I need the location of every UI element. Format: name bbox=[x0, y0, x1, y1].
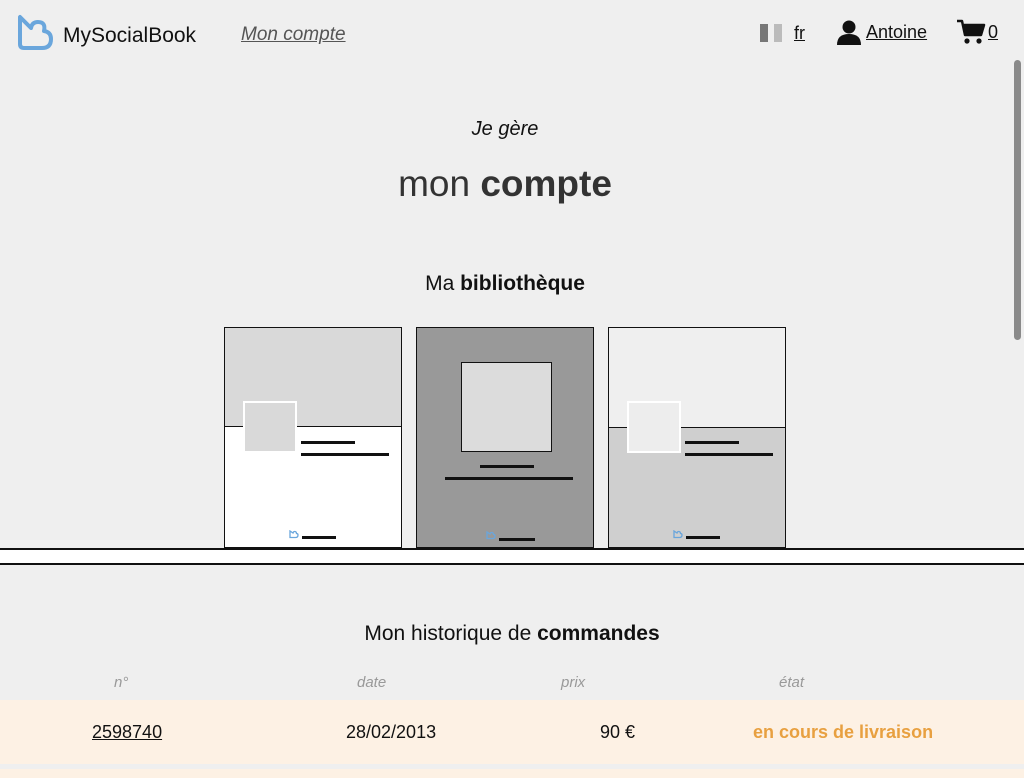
book-photo-placeholder bbox=[627, 401, 681, 453]
book-brand-line bbox=[499, 538, 535, 541]
book-subtitle-line bbox=[301, 453, 389, 456]
orders-title-bold: commandes bbox=[537, 622, 660, 645]
orders-title: Mon historique de commandes bbox=[0, 622, 1024, 646]
language-selector[interactable]: fr bbox=[760, 22, 805, 44]
header: MySocialBook Mon compte fr Antoine 0 bbox=[0, 0, 1024, 70]
user-name: Antoine bbox=[866, 21, 928, 42]
book-title-line bbox=[685, 441, 739, 444]
order-status: en cours de livraison bbox=[753, 722, 934, 742]
shelf-line-top bbox=[0, 548, 1024, 550]
cart-link[interactable]: 0 bbox=[956, 19, 998, 45]
book-title-line bbox=[480, 465, 534, 468]
order-date: 28/02/2013 bbox=[346, 722, 437, 742]
heart-logo-icon bbox=[486, 531, 496, 540]
nav-mon-compte-link[interactable]: Mon compte bbox=[241, 24, 346, 46]
flag-icon bbox=[760, 24, 768, 42]
book-brand-line bbox=[686, 536, 720, 539]
brand-name[interactable]: MySocialBook bbox=[63, 24, 196, 48]
page-title-bold: compte bbox=[480, 163, 612, 204]
hero-subtitle: Je gère bbox=[471, 118, 539, 140]
order-number-link[interactable]: 2598740 bbox=[92, 722, 162, 743]
column-header-date: date bbox=[357, 674, 387, 691]
column-header-number: n° bbox=[114, 674, 129, 691]
heart-logo-icon bbox=[289, 530, 299, 539]
language-label: fr bbox=[794, 22, 805, 43]
user-icon bbox=[837, 20, 861, 45]
order-price: 90 € bbox=[600, 722, 636, 742]
book-subtitle-line bbox=[445, 477, 573, 480]
library-title-bold: bibliothèque bbox=[460, 272, 585, 295]
user-account-link[interactable]: Antoine bbox=[836, 19, 927, 45]
table-row: 2598740 28/02/2013 90 € en cours de livr… bbox=[0, 700, 1024, 764]
book-photo-placeholder bbox=[243, 401, 297, 453]
book-brand-line bbox=[302, 536, 336, 539]
flag-icon-stripe bbox=[774, 24, 782, 42]
page-title-light: mon bbox=[398, 163, 481, 204]
column-header-price: prix bbox=[561, 674, 586, 691]
library-title: Ma bibliothèque bbox=[0, 272, 1010, 296]
shelf bbox=[0, 550, 1024, 563]
book-cover-3[interactable] bbox=[608, 327, 786, 548]
scrollbar[interactable] bbox=[1014, 60, 1021, 340]
column-header-status: état bbox=[779, 674, 805, 691]
cart-icon bbox=[957, 19, 986, 44]
heart-logo-icon bbox=[673, 530, 683, 539]
heart-logo-icon[interactable] bbox=[16, 13, 54, 51]
page-title: mon compte bbox=[0, 163, 1010, 205]
book-photo-placeholder bbox=[461, 362, 552, 452]
library-title-light: Ma bbox=[425, 272, 461, 295]
book-subtitle-line bbox=[685, 453, 773, 456]
shelf-line-bottom bbox=[0, 563, 1024, 565]
orders-title-light: Mon historique de bbox=[364, 622, 538, 645]
book-title-line bbox=[301, 441, 355, 444]
table-row bbox=[0, 769, 1024, 778]
book-cover-2[interactable] bbox=[416, 327, 594, 548]
cart-count: 0 bbox=[988, 21, 999, 42]
book-cover-1[interactable] bbox=[224, 327, 402, 548]
